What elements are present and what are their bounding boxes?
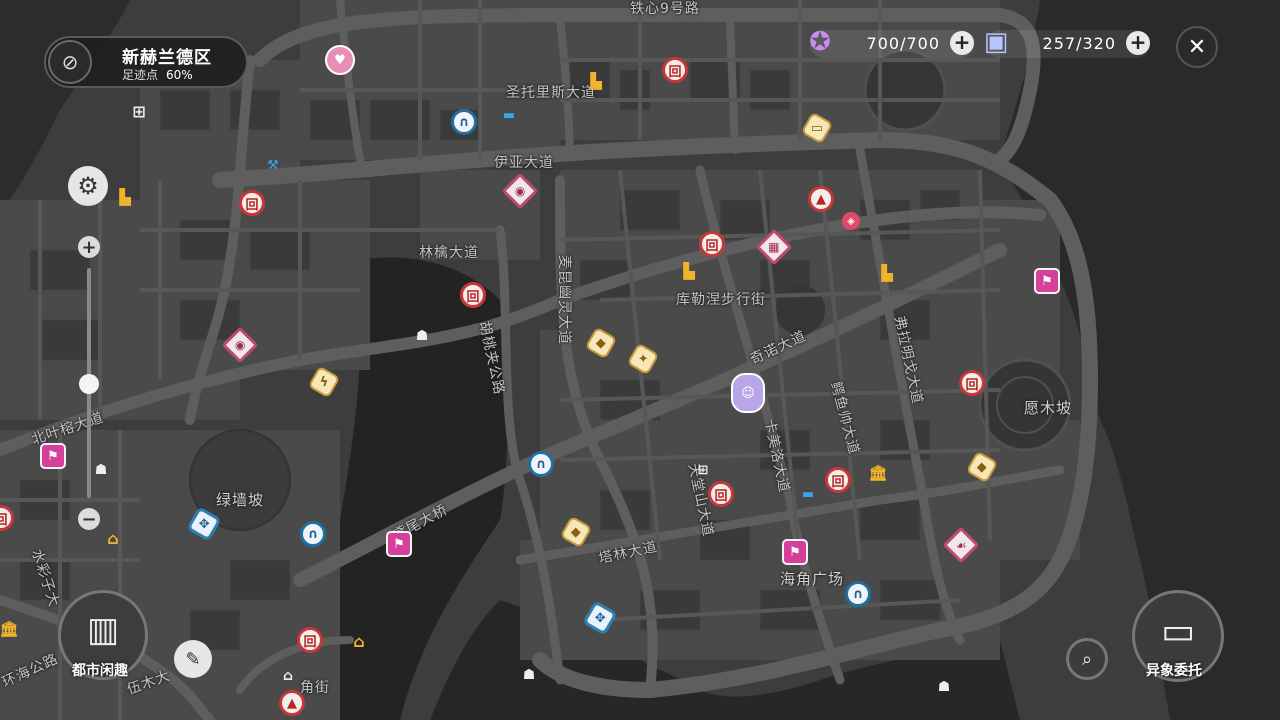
shop-icon[interactable]: 回 [699,231,725,257]
bank-icon[interactable]: 🏛 [868,464,887,482]
gift-icon[interactable]: ⊞ [128,100,150,122]
city-icon: ▥ [86,610,120,650]
street-label: 圣托里斯大道 [506,85,596,101]
street-label: 库勒涅步行街 [676,292,766,308]
building-icon[interactable]: ▙ [116,188,134,206]
bangboo-icon[interactable]: ☗ [412,326,432,346]
street-label: 麦昆幽灵大道 [556,255,572,345]
bangboo-icon[interactable]: ☗ [91,460,111,480]
footprint-progress: 足迹点 60% [122,66,193,83]
car-repair-icon[interactable]: ⚒ [262,157,284,173]
ticket-value: 257/320 [1042,34,1116,53]
event-flag-icon[interactable]: ⚑ [1034,268,1060,294]
ticket-add-button[interactable]: + [1126,31,1150,55]
subway-icon[interactable]: ∩ [845,581,871,607]
zoom-out-button[interactable]: − [78,508,100,530]
compass-icon[interactable]: ⊘ [48,40,92,84]
shop-icon[interactable]: 回 [825,467,851,493]
rocket-icon[interactable]: ▲ [279,690,305,716]
settings-button[interactable]: ⚙ [68,166,108,206]
notes-icon: ✎ [185,648,201,670]
shop-icon[interactable]: 回 [297,627,323,653]
building-icon[interactable]: ▙ [587,72,605,90]
zoom-in-button[interactable]: + [78,236,100,258]
energy-counter: ✪ 700/700 + [809,27,974,58]
zone-name: 新赫兰德区 [122,48,212,68]
zoom-slider-handle[interactable] [79,374,99,394]
street-label: 愿木坡 [1024,399,1073,417]
event-flag-icon[interactable]: ⚑ [40,443,66,469]
street-label: 角街 [300,680,330,696]
anomaly-commission-label: 异象委托 [1146,663,1202,679]
rocket-icon[interactable]: ▲ [808,186,834,212]
notes-button[interactable]: ✎ [174,640,212,678]
search-icon: ⌕ [1081,648,1093,670]
energy-icon: ✪ [809,27,831,57]
bank-icon[interactable]: 🏛 [0,620,19,638]
shop-icon[interactable]: 回 [239,190,265,216]
folder-icon: ▭ [1160,610,1195,652]
bangboo-icon[interactable]: ☗ [519,665,539,685]
map-search-button[interactable]: ⌕ [1066,638,1108,680]
street-label: 铁心9号路 [630,1,700,17]
street-label: 林檎大道 [419,245,479,261]
energy-add-button[interactable]: + [950,31,974,55]
car-icon[interactable]: ▬ [498,107,520,123]
event-flag-icon[interactable]: ⚑ [386,531,412,557]
energy-value: 700/700 [866,34,940,53]
street-label: 绿墙坡 [216,491,265,509]
close-button[interactable]: ✕ [1176,26,1218,68]
gear-icon: ⚙ [77,172,99,200]
event-flag-icon[interactable]: ⚑ [782,539,808,565]
street-label: 伊亚大道 [494,155,554,171]
ticket-icon: ▣ [983,27,1009,57]
shop-icon[interactable]: 回 [708,481,734,507]
slot-machine-icon[interactable]: ◈ [842,212,860,230]
player-location-icon[interactable]: ☺ [731,373,765,413]
city-fun-label: 都市闲趣 [72,663,128,679]
footprint-label: 足迹点 [122,68,159,82]
building-icon[interactable]: ▙ [680,262,698,280]
car-icon[interactable]: ▬ [797,486,819,502]
subway-icon[interactable]: ∩ [451,109,477,135]
tent-icon[interactable]: ⌂ [99,528,127,548]
close-icon: ✕ [1187,34,1207,60]
building-icon[interactable]: ▙ [878,264,896,282]
subway-icon[interactable]: ∩ [528,451,554,477]
bangboo-icon[interactable]: ☗ [934,677,954,697]
ticket-counter: ▣ 257/320 + [984,27,1150,58]
character-avatar-icon[interactable]: ♥ [325,45,355,75]
street-label: 海角广场 [780,570,845,588]
tent-icon[interactable]: ⌂ [345,631,373,651]
footprint-value: 60% [166,68,193,82]
gift-icon[interactable]: ⊞ [693,460,713,480]
store-icon[interactable]: ⌂ [275,665,301,687]
city-map[interactable]: 铁心9号路 圣托里斯大道 伊亚大道 林檎大道 麦昆幽灵大道 胡桃夹公路 库勒涅步… [0,0,1280,720]
shop-icon[interactable]: 回 [460,282,486,308]
subway-icon[interactable]: ∩ [300,521,326,547]
shop-icon[interactable]: 回 [959,370,985,396]
shop-icon[interactable]: 回 [662,57,688,83]
